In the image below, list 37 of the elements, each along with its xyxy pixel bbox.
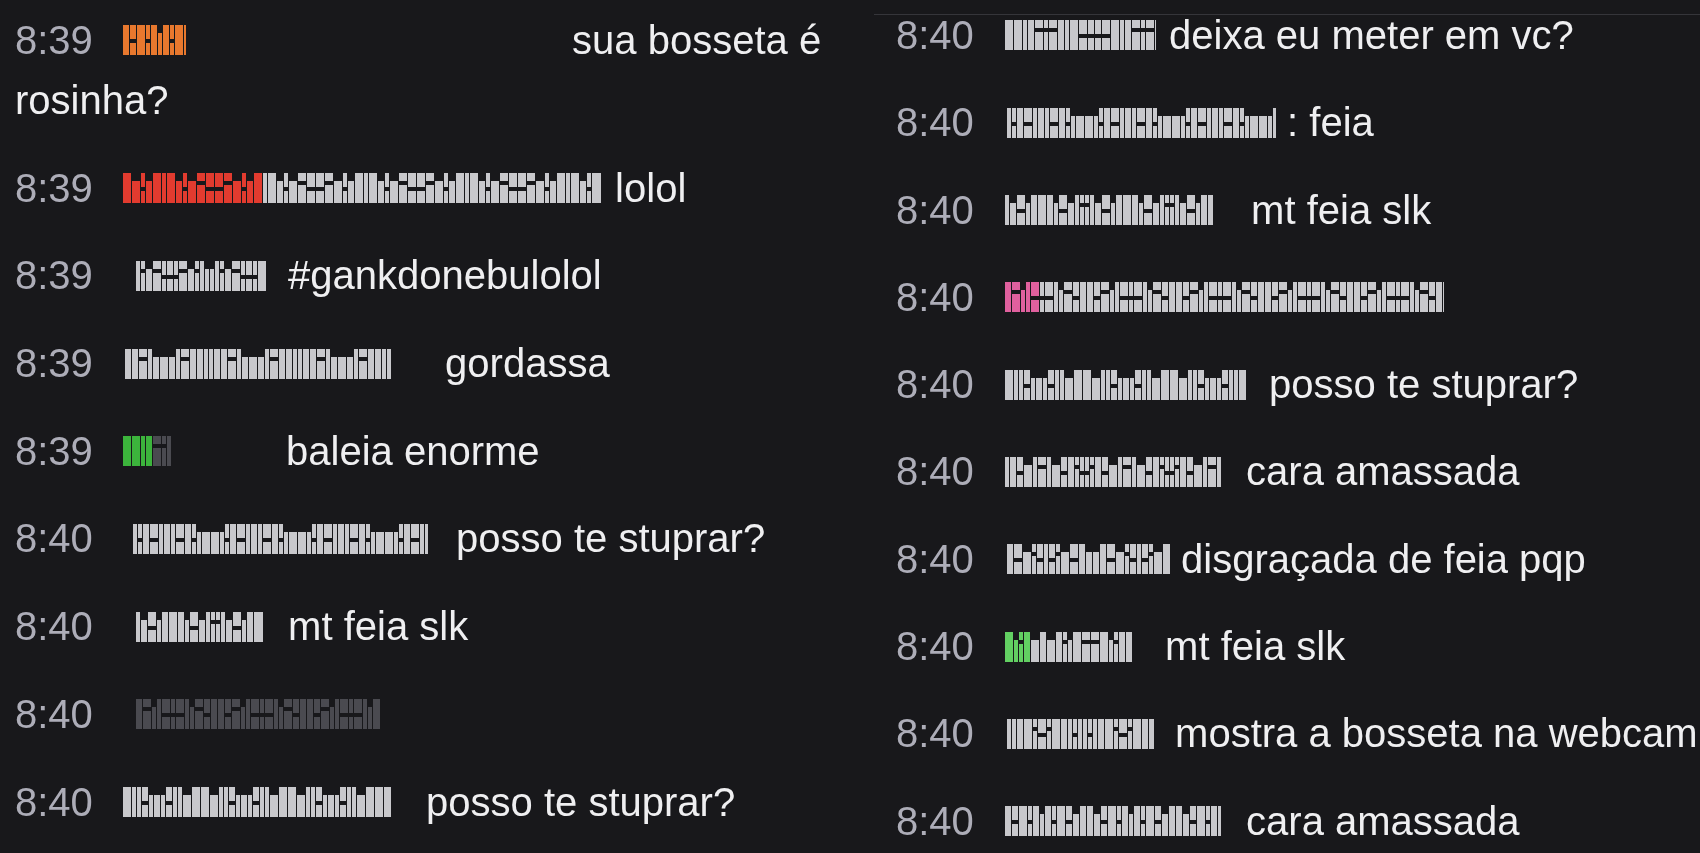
- chat-message: baleia enorme: [286, 428, 540, 473]
- timestamp: 8:40: [896, 13, 974, 57]
- timestamp: 8:40: [15, 604, 93, 649]
- chat-message: posso te stuprar?: [426, 779, 736, 824]
- timestamp: 8:40: [15, 779, 93, 824]
- chat-message: deixa eu meter em vc?: [1169, 13, 1574, 57]
- chat-message: cara amassada: [1246, 449, 1520, 494]
- chat-message: mt feia slk: [1165, 624, 1346, 669]
- chat-message: disgraçada de feia pqp: [1181, 536, 1586, 581]
- chat-message: #gankdonebulolol: [288, 253, 602, 298]
- timestamp: 8:39: [15, 428, 93, 473]
- chat-message: sua bosseta é: [572, 18, 822, 62]
- timestamp: 8:40: [896, 711, 974, 756]
- timestamp: 8:40: [896, 624, 974, 669]
- chat-message: posso te stuprar?: [456, 516, 766, 561]
- chat-message: lolol: [615, 165, 687, 210]
- timestamp: 8:39: [15, 253, 93, 298]
- timestamp: 8:40: [896, 536, 974, 581]
- timestamp: 8:40: [896, 100, 974, 145]
- timestamp: 8:40: [896, 274, 974, 319]
- timestamp: 8:39: [15, 341, 93, 386]
- timestamp: 8:39: [15, 165, 93, 210]
- timestamp: 8:40: [896, 798, 974, 843]
- chat-message: mt feia slk: [288, 604, 469, 649]
- chat-message: cara amassada: [1246, 798, 1520, 843]
- chat-message: mostra a bosseta na webcam: [1175, 711, 1698, 756]
- chat-message: mt feia slk: [1251, 187, 1432, 232]
- chat-message: gordassa: [445, 341, 610, 386]
- timestamp: 8:39: [15, 18, 93, 62]
- timestamp: 8:40: [15, 691, 93, 736]
- timestamp: 8:40: [15, 516, 93, 561]
- chat-message: rosinha?: [15, 78, 169, 122]
- timestamp: 8:40: [896, 449, 974, 494]
- timestamp: 8:40: [896, 187, 974, 232]
- timestamp: 8:40: [896, 362, 974, 407]
- chat-message: posso te stuprar?: [1269, 362, 1579, 407]
- chat-message: : feia: [1287, 100, 1374, 145]
